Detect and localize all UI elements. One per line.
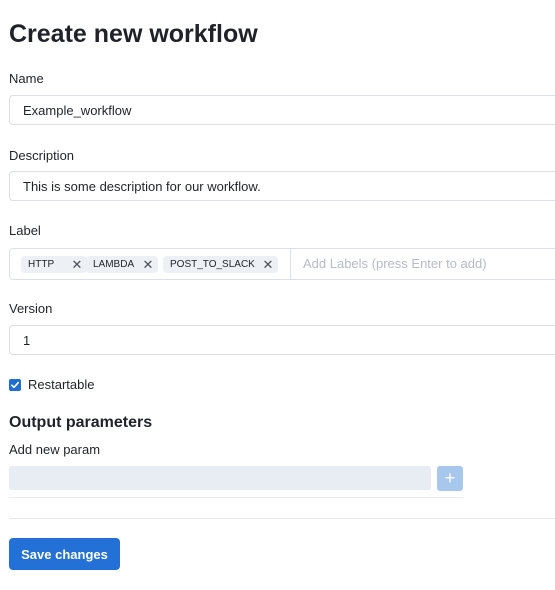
name-field[interactable]: [9, 95, 555, 125]
name-label: Name: [9, 71, 44, 86]
restartable-checkbox[interactable]: [9, 379, 21, 391]
description-label: Description: [9, 148, 75, 163]
page-title: Create new workflow: [9, 20, 258, 48]
restartable-label: Restartable: [28, 377, 95, 392]
labels-divider: [290, 249, 291, 279]
add-param-button[interactable]: +: [437, 466, 463, 491]
plus-icon: +: [444, 468, 456, 488]
label-tag-text: HTTP: [28, 259, 55, 270]
output-parameters-heading: Output parameters: [9, 414, 153, 431]
label-tag-lambda: LAMBDA ✕: [86, 256, 158, 273]
label-tag-http: HTTP ✕: [21, 256, 87, 273]
add-labels-input[interactable]: Add Labels (press Enter to add): [303, 249, 487, 279]
close-icon[interactable]: ✕: [71, 256, 83, 273]
labels-field[interactable]: HTTP ✕ LAMBDA ✕ POST_TO_SLACK ✕ Add Labe…: [9, 248, 555, 280]
label-tag-text: POST_TO_SLACK: [170, 259, 255, 270]
new-param-input[interactable]: [9, 466, 431, 490]
description-field[interactable]: [9, 171, 555, 201]
save-changes-button[interactable]: Save changes: [9, 538, 120, 570]
label-label: Label: [9, 223, 41, 238]
version-label: Version: [9, 301, 53, 316]
form-divider: [9, 518, 555, 519]
add-param-label: Add new param: [9, 442, 101, 457]
create-workflow-page: Create new workflow Name Description Lab…: [0, 0, 555, 590]
label-tag-post-to-slack: POST_TO_SLACK ✕: [163, 256, 278, 273]
close-icon[interactable]: ✕: [142, 256, 154, 273]
version-field[interactable]: [9, 325, 555, 355]
label-tag-text: LAMBDA: [93, 259, 135, 270]
check-icon: [11, 381, 20, 389]
param-underline: [9, 497, 463, 498]
close-icon[interactable]: ✕: [262, 256, 274, 273]
